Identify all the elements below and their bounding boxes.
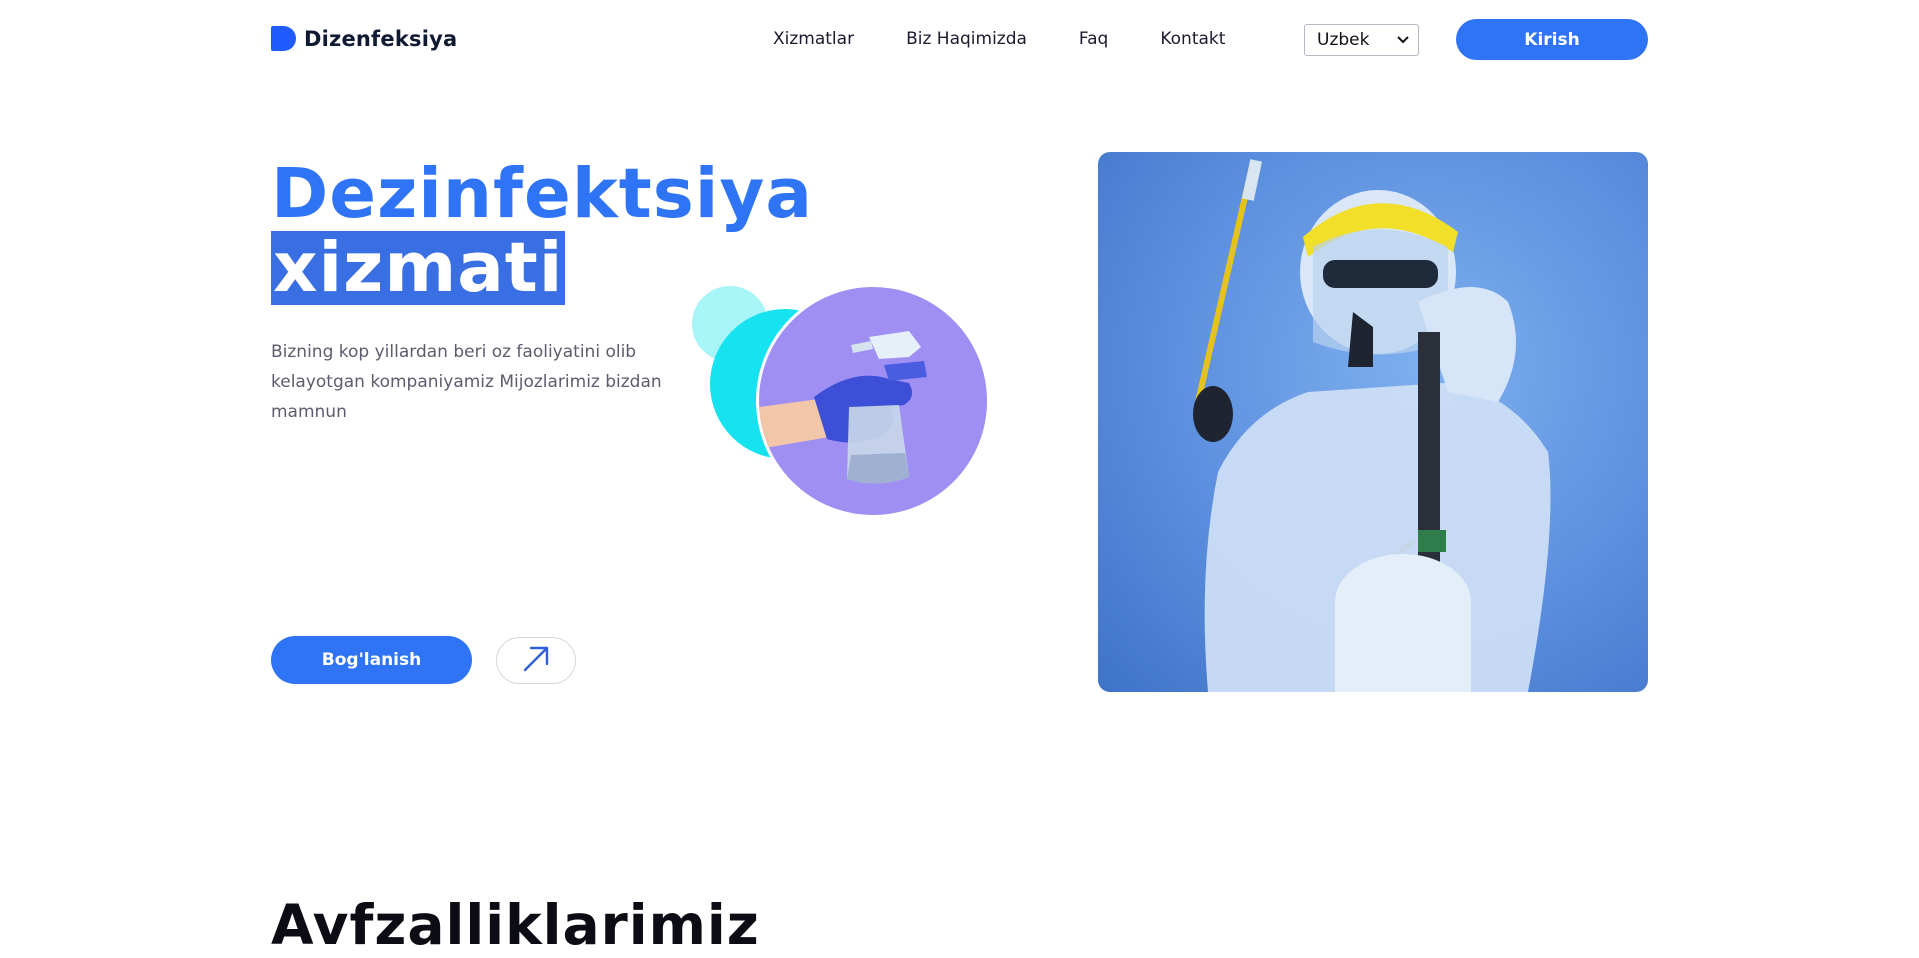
arrow-link-button[interactable] bbox=[496, 637, 576, 684]
nav-link-kontakt[interactable]: Kontakt bbox=[1160, 29, 1225, 49]
hero-description: Bizning kop yillardan beri oz faoliyatin… bbox=[271, 342, 662, 422]
login-button[interactable]: Kirish bbox=[1456, 19, 1648, 60]
contact-button[interactable]: Bog'lanish bbox=[271, 636, 472, 684]
worker-in-protective-suit-image bbox=[1193, 159, 1551, 692]
brand-name: Dizenfeksiya bbox=[304, 26, 458, 51]
spray-hand-image bbox=[756, 284, 990, 518]
brand-logo[interactable]: Dizenfeksiya bbox=[271, 26, 457, 51]
top-navbar: Dizenfeksiya Xizmatlar Biz Haqimizda Faq… bbox=[0, 0, 1919, 80]
main-menu: Xizmatlar Biz Haqimizda Faq Kontakt bbox=[773, 29, 1225, 49]
hero-photo-disinfection-worker bbox=[1098, 152, 1648, 692]
advantages-section-title: Avfzalliklarimiz bbox=[271, 893, 760, 957]
arrow-up-right-icon bbox=[521, 644, 551, 678]
spray-bottle-illustration bbox=[690, 284, 990, 518]
nav-link-biz-haqimizda[interactable]: Biz Haqimizda bbox=[906, 29, 1027, 49]
gloved-hand-spray-icon bbox=[759, 331, 927, 484]
nav-link-faq[interactable]: Faq bbox=[1079, 29, 1108, 49]
hero-title: Dezinfektsiya xizmati bbox=[271, 157, 813, 305]
hero-title-line2-highlighted: xizmati bbox=[271, 228, 566, 308]
logo-d-icon bbox=[271, 26, 296, 51]
nav-link-xizmatlar[interactable]: Xizmatlar bbox=[773, 29, 854, 49]
hero-title-line1: Dezinfektsiya bbox=[271, 154, 813, 234]
language-selected-value: Uzbek bbox=[1317, 30, 1370, 50]
chevron-down-icon bbox=[1397, 33, 1409, 47]
language-select[interactable]: Uzbek bbox=[1304, 24, 1419, 56]
page: Dizenfeksiya Xizmatlar Biz Haqimizda Faq… bbox=[0, 0, 1919, 958]
